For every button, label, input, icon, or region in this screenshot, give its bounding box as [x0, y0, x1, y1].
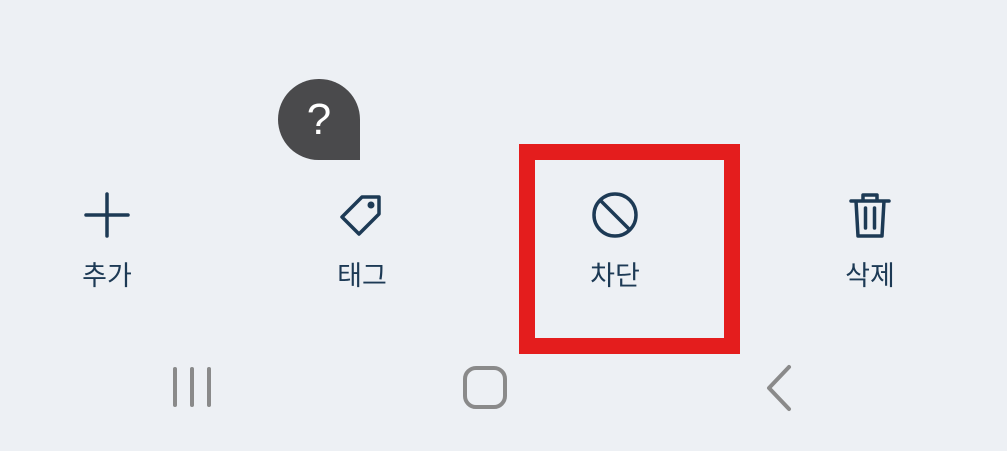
recent-apps-icon: [173, 367, 211, 407]
navigation-bar: [0, 355, 1007, 425]
help-icon: ?: [306, 95, 332, 144]
delete-button[interactable]: 삭제: [795, 180, 945, 310]
recent-apps-button[interactable]: [152, 355, 232, 425]
delete-label: 삭제: [845, 261, 895, 292]
plus-icon: [82, 190, 132, 240]
highlight-box: [519, 144, 740, 354]
tag-icon: [337, 190, 387, 240]
help-bubble[interactable]: ?: [278, 79, 360, 160]
back-button[interactable]: [740, 355, 820, 425]
tag-button[interactable]: 태그: [287, 180, 437, 310]
add-label: 추가: [82, 261, 132, 292]
action-bar: 추가 태그 차단 삭제: [0, 180, 1007, 310]
add-button[interactable]: 추가: [32, 180, 182, 310]
back-icon: [767, 365, 791, 411]
home-button[interactable]: [445, 355, 525, 425]
tag-label: 태그: [337, 261, 387, 292]
home-icon: [463, 366, 507, 409]
trash-icon: [845, 190, 895, 240]
